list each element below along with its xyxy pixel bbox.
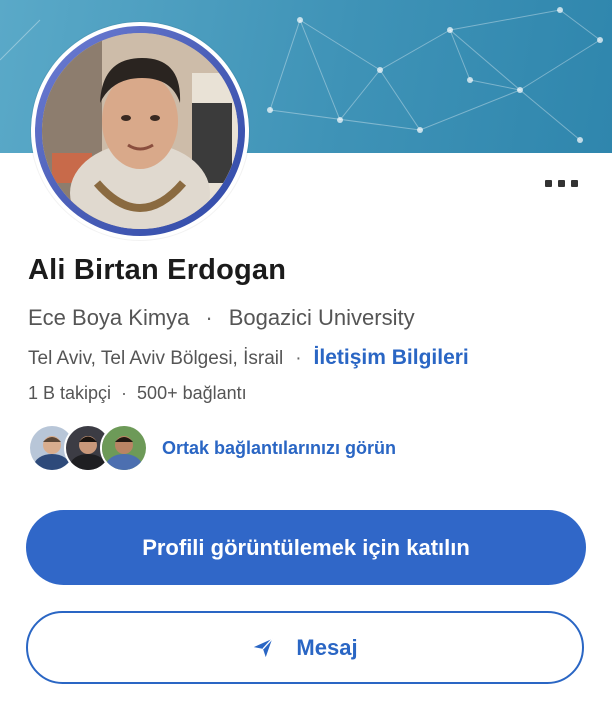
mutual-connections-link[interactable]: Ortak bağlantılarınızı görün — [162, 438, 396, 459]
contact-info-link[interactable]: İletişim Bilgileri — [314, 346, 469, 369]
profile-name: Ali Birtan Erdogan — [28, 254, 287, 286]
mutual-connections[interactable]: Ortak bağlantılarınızı görün — [28, 424, 396, 472]
connections-count: 500+ bağlantı — [137, 383, 247, 403]
location-text: Tel Aviv, Tel Aviv Bölgesi, İsrail — [28, 348, 284, 369]
message-button[interactable]: Mesaj — [26, 611, 584, 684]
message-label: Mesaj — [296, 634, 358, 660]
company-name: Ece Boya Kimya — [28, 305, 190, 330]
separator: · — [121, 383, 128, 403]
separator: · — [295, 348, 302, 369]
more-dot — [545, 179, 552, 187]
followers-count: 1 B takipçi — [28, 383, 112, 403]
profile-headline: Ece Boya Kimya · Bogazici University — [28, 305, 415, 331]
school-name: Bogazici University — [228, 305, 415, 330]
avatar-photo — [42, 33, 238, 229]
more-dot — [571, 179, 578, 187]
profile-avatar[interactable] — [31, 22, 249, 240]
separator: · — [205, 305, 213, 330]
send-icon — [252, 637, 274, 659]
more-horizontal-icon[interactable] — [545, 176, 585, 190]
mutual-avatar — [100, 424, 148, 472]
profile-stats-row: 1 B takipçi · 500+ bağlantı — [28, 383, 247, 404]
more-dot — [558, 179, 565, 187]
profile-location-row: Tel Aviv, Tel Aviv Bölgesi, İsrail · İleti… — [28, 346, 469, 370]
join-to-view-profile-button[interactable]: Profili görüntülemek için katılın — [26, 510, 586, 585]
